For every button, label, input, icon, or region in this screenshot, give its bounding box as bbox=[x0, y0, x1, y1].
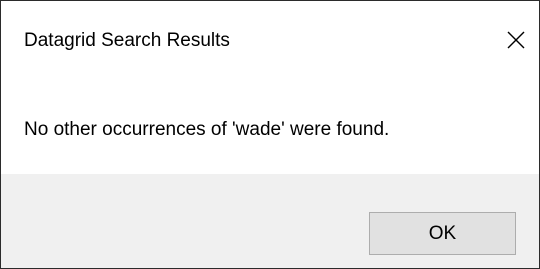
dialog-title: Datagrid Search Results bbox=[24, 30, 230, 51]
dialog-footer: OK bbox=[1, 174, 539, 268]
dialog-content: No other occurrences of 'wade' were foun… bbox=[1, 87, 539, 174]
close-button[interactable] bbox=[493, 18, 539, 62]
ok-button[interactable]: OK bbox=[369, 212, 516, 255]
close-icon bbox=[506, 30, 526, 50]
dialog-message: No other occurrences of 'wade' were foun… bbox=[24, 119, 390, 140]
dialog-titlebar: Datagrid Search Results bbox=[1, 1, 539, 87]
search-results-dialog: Datagrid Search Results No other occurre… bbox=[0, 0, 540, 269]
